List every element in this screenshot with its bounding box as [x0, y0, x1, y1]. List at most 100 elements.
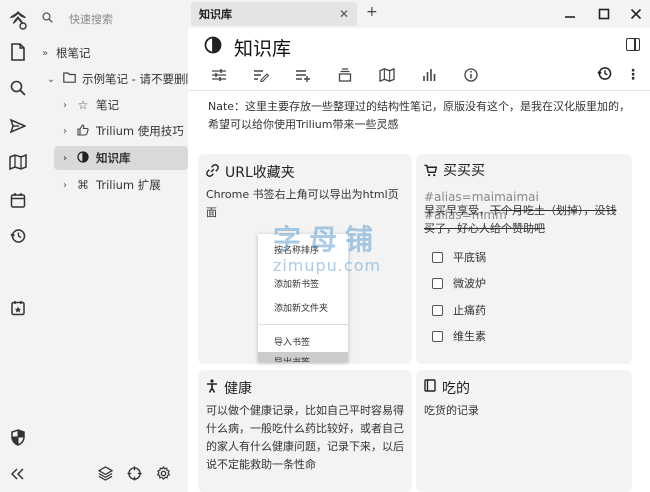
shield-icon[interactable] — [6, 425, 30, 449]
collection-icon[interactable] — [324, 64, 366, 86]
map-icon[interactable] — [6, 150, 30, 174]
tree-node-root[interactable]: » 根笔记 — [40, 41, 91, 65]
knowledge-icon[interactable] — [204, 36, 222, 59]
card-body: 早买早享受，下个月吃土（划掉），没钱买了，好心人给个赞助吧 — [424, 202, 626, 238]
todo-item[interactable]: 维生素 — [432, 328, 486, 344]
menu-item-add-bookmark[interactable]: 添加新书签 — [258, 274, 348, 292]
knowledge-icon — [76, 150, 90, 166]
menu-item-sort[interactable]: 按名称排序 — [258, 240, 348, 258]
layers-icon[interactable] — [94, 462, 116, 484]
history-icon[interactable] — [597, 66, 612, 85]
checkbox[interactable] — [432, 251, 443, 263]
bar-chart-icon[interactable] — [408, 64, 450, 86]
card-body: Chrome 书签右上角可以导出为html页面 — [206, 188, 399, 219]
command-icon: ⌘ — [77, 178, 89, 192]
tree-node-notes[interactable]: › ☆ 笔记 — [60, 93, 119, 117]
maximize-icon[interactable] — [592, 4, 616, 24]
quick-search[interactable]: 快速搜索 — [42, 10, 113, 28]
tree-node-label: Trilium 扩展 — [96, 178, 161, 192]
folder-icon — [62, 72, 76, 86]
tree-node-label: Trilium 使用技巧 — [96, 124, 184, 138]
new-note-icon[interactable] — [6, 40, 30, 64]
checkbox[interactable] — [432, 277, 443, 289]
todo-label: 微波炉 — [453, 277, 486, 290]
todo-label: 平底锅 — [453, 251, 486, 264]
cart-icon — [424, 164, 438, 182]
thumbs-up-icon — [76, 123, 90, 139]
tree-node-label: 根笔记 — [56, 46, 91, 60]
tree-node-extensions[interactable]: › ⌘ Trilium 扩展 — [60, 173, 161, 197]
minimize-icon[interactable] — [558, 4, 582, 24]
tree-node-tips[interactable]: › Trilium 使用技巧 — [60, 119, 184, 143]
map-icon[interactable] — [366, 64, 408, 86]
menu-item-add-folder[interactable]: 添加新文件夹 — [258, 298, 348, 316]
todo-item[interactable]: 平底锅 — [432, 249, 486, 265]
search-icon[interactable] — [6, 76, 30, 100]
todo-label: 止痛药 — [453, 304, 486, 317]
card-title[interactable]: 吃的 — [442, 378, 470, 398]
card-title[interactable]: URL收藏夹 — [225, 162, 295, 182]
note-tree-panel: 快速搜索 » 根笔记 ⌄ 示例笔记 - 请不要删除 › ☆ 笔记 › Trili… — [36, 0, 188, 492]
bookmark-icon — [206, 164, 219, 181]
chevron-right-icon[interactable]: › — [60, 126, 70, 137]
card-shopping[interactable]: 买买买 #alias=maimaimai #alias=mmm 早买早享受，下个… — [416, 154, 632, 364]
bookmark-icon[interactable] — [6, 296, 30, 320]
menu-item-export[interactable]: 导出书签 — [258, 352, 348, 362]
checkbox[interactable] — [432, 330, 443, 342]
tab-knowledge-base[interactable]: 知识库 ✕ — [191, 2, 357, 26]
info-icon[interactable] — [450, 64, 492, 86]
double-chevron-icon[interactable]: » — [40, 48, 50, 59]
tree-node-label: 笔记 — [96, 98, 119, 112]
checkbox[interactable] — [432, 304, 443, 316]
card-header: 吃的 — [424, 378, 470, 398]
tree-node-sample-notes[interactable]: ⌄ 示例笔记 - 请不要删除 — [46, 67, 188, 91]
send-icon[interactable] — [6, 114, 30, 138]
todo-item[interactable]: 微波炉 — [432, 275, 486, 291]
history-icon[interactable] — [6, 224, 30, 248]
note-intro: Nate：这里主要存放一些整理过的结构性笔记，原版没有这个，是我在汉化版里加的，… — [208, 100, 631, 131]
tree-node-knowledge-base[interactable]: › 知识库 — [54, 146, 188, 170]
card-body: 吃货的记录 — [424, 404, 479, 417]
close-tab-icon[interactable]: ✕ — [339, 7, 349, 21]
book-icon — [424, 379, 436, 396]
close-window-icon[interactable] — [624, 4, 648, 24]
tab-bar: 知识库 ✕ + — [188, 0, 650, 28]
todo-item[interactable]: 止痛药 — [432, 302, 486, 318]
chevron-down-icon[interactable]: ⌄ — [46, 74, 56, 85]
note-title-row: 知识库 — [204, 34, 291, 60]
card-body: 可以做个健康记录，比如自己平时容易得什么病，一般吃什么药比较好，或者自己的家人有… — [206, 404, 404, 471]
tree-node-label: 知识库 — [96, 151, 131, 165]
card-food[interactable]: 吃的 吃货的记录 — [416, 370, 632, 492]
card-title[interactable]: 健康 — [224, 378, 252, 398]
note-title[interactable]: 知识库 — [234, 34, 291, 61]
gear-icon[interactable] — [152, 462, 174, 484]
launcher-bar — [0, 0, 36, 492]
todo-label: 维生素 — [453, 330, 486, 343]
tree-bottom-bar — [36, 462, 188, 486]
calendar-icon[interactable] — [6, 188, 30, 212]
tab-label: 知识库 — [199, 8, 232, 21]
body-text: 早买早享受， — [424, 204, 490, 217]
menu-separator — [258, 324, 348, 325]
trilium-logo-icon[interactable] — [6, 8, 30, 32]
menu-item-import[interactable]: 导入书签 — [258, 332, 348, 350]
chevron-right-icon[interactable]: › — [60, 180, 70, 191]
star-icon: ☆ — [77, 98, 89, 112]
chevron-right-icon[interactable]: › — [60, 153, 70, 164]
search-icon — [42, 12, 53, 26]
ribbon-actions: ⋮ — [597, 64, 640, 86]
collapse-icon[interactable] — [6, 462, 30, 486]
add-list-icon[interactable] — [282, 64, 324, 86]
quick-search-placeholder[interactable]: 快速搜索 — [69, 11, 113, 27]
chevron-right-icon[interactable]: › — [60, 100, 70, 111]
right-pane-toggle-icon[interactable] — [626, 38, 640, 51]
card-health[interactable]: 健康 可以做个健康记录，比如自己平时容易得什么病，一般吃什么药比较好，或者自己的… — [198, 370, 412, 492]
more-menu-icon[interactable]: ⋮ — [626, 67, 640, 83]
sliders-icon[interactable] — [198, 64, 240, 86]
card-header: URL收藏夹 — [206, 162, 295, 182]
crosshair-icon[interactable] — [123, 462, 145, 484]
bookmark-context-menu: 按名称排序 添加新书签 添加新文件夹 导入书签 导出书签 — [258, 234, 348, 362]
edit-list-icon[interactable] — [240, 64, 282, 86]
new-tab-icon[interactable]: + — [366, 4, 378, 20]
card-title[interactable]: 买买买 — [443, 162, 485, 180]
